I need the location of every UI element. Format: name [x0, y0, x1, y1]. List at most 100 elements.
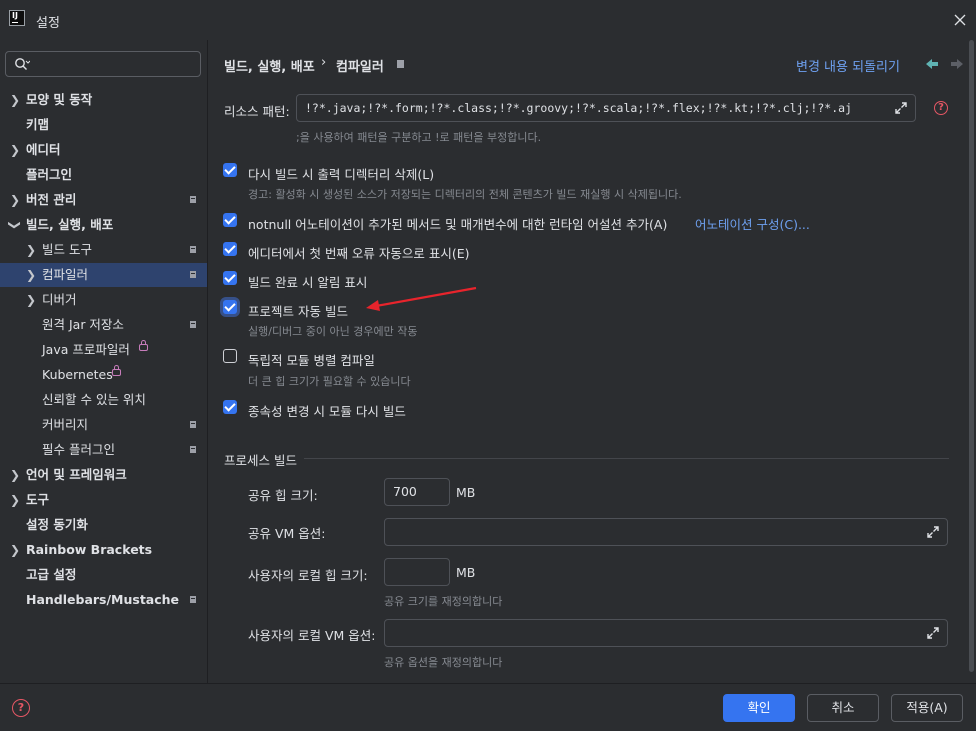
sidebar-item-kubernetes[interactable]: Kubernetes [0, 363, 207, 387]
sidebar-item-label: 커버리지 [42, 417, 89, 432]
help-icon[interactable]: ? [12, 699, 30, 717]
parallel-compile-hint: 더 큰 힙 크기가 필요할 수 있습니다 [248, 375, 411, 388]
configure-annotations-link[interactable]: 어노테이션 구성(C)... [695, 214, 810, 233]
settings-content: 빌드, 실행, 배포 › 컴파일러 변경 내용 되돌리기 리소스 패턴: !?*… [208, 40, 976, 683]
back-arrow-icon[interactable] [925, 58, 939, 70]
rebuild-on-dependency-checkbox[interactable] [223, 400, 237, 414]
intellij-app-icon: IJ [9, 10, 25, 26]
sidebar-item-settings-sync[interactable]: 설정 동기화 [0, 513, 207, 537]
user-heap-hint: 공유 크기를 재정의합니다 [384, 595, 503, 608]
sidebar-item-java-profiler[interactable]: Java 프로파일러 [0, 338, 207, 362]
sidebar-item-label: 원격 Jar 저장소 [42, 317, 124, 332]
lock-icon [112, 365, 121, 376]
build-process-section-title: 프로세스 빌드 [224, 453, 297, 468]
auto-build-hint: 실행/디버그 중이 아닌 경우에만 작동 [248, 325, 418, 338]
breadcrumb-separator-icon: › [321, 55, 327, 70]
chevron-right-icon: ❯ [25, 243, 37, 257]
dialog-footer: ? 확인 취소 적용(A) [0, 683, 976, 731]
parallel-compile-checkbox[interactable] [223, 349, 237, 363]
title-bar: IJ 설정 [0, 0, 976, 40]
revert-changes-link[interactable]: 변경 내용 되돌리기 [796, 56, 900, 75]
resource-patterns-label: 리소스 패턴: [224, 104, 290, 119]
close-icon[interactable] [952, 12, 968, 28]
auto-build-label[interactable]: 프로젝트 자동 빌드 [248, 301, 348, 320]
chevron-right-icon: ❯ [25, 293, 37, 307]
search-input[interactable] [5, 51, 201, 77]
sidebar-item-remote-jar[interactable]: 원격 Jar 저장소 [0, 313, 207, 337]
shared-heap-input[interactable]: 700 [384, 478, 450, 506]
show-first-error-label[interactable]: 에디터에서 첫 번째 오류 자동으로 표시(E) [248, 243, 470, 262]
sidebar-item-build-tools[interactable]: ❯ 빌드 도구 [0, 238, 207, 262]
sidebar-item-label: 필수 플러그인 [42, 442, 115, 457]
help-icon[interactable]: ? [934, 101, 948, 115]
sidebar-item-label: 빌드, 실행, 배포 [26, 217, 114, 232]
expand-icon[interactable] [927, 526, 939, 538]
chevron-right-icon: ❯ [25, 268, 37, 282]
red-annotation-arrow [366, 286, 477, 311]
build-notification-label[interactable]: 빌드 완료 시 알림 표시 [248, 272, 367, 291]
sidebar-item-plugins[interactable]: 플러그인 [0, 163, 207, 187]
cancel-button[interactable]: 취소 [807, 694, 879, 722]
resource-patterns-value: !?*.java;!?*.form;!?*.class;!?*.groovy;!… [305, 101, 852, 115]
expand-icon[interactable] [895, 102, 907, 114]
sidebar-item-label: Handlebars/Mustache [26, 592, 180, 607]
sidebar-item-build-execution-deployment[interactable]: ❯ 빌드, 실행, 배포 [0, 213, 207, 237]
notnull-assertions-checkbox[interactable] [223, 213, 237, 227]
sidebar-item-appearance[interactable]: ❯ 모양 및 동작 [0, 88, 207, 112]
sidebar-item-label: 빌드 도구 [42, 242, 92, 257]
resource-patterns-hint: ;을 사용하여 패턴을 구분하고 !로 패턴을 부정합니다. [296, 131, 542, 144]
sidebar-item-editor[interactable]: ❯ 에디터 [0, 138, 207, 162]
sidebar-item-label: 도구 [26, 492, 50, 507]
user-heap-label: 사용자의 로컬 힙 크기: [248, 568, 368, 583]
apply-button[interactable]: 적용(A) [891, 694, 963, 722]
sidebar-item-label: 신뢰할 수 있는 위치 [42, 392, 146, 407]
clear-output-checkbox[interactable] [223, 163, 237, 177]
sidebar-item-tools[interactable]: ❯ 도구 [0, 488, 207, 512]
notnull-assertions-label[interactable]: notnull 어노테이션이 추가된 메서드 및 매개변수에 대한 런타임 어설… [248, 214, 667, 233]
section-divider [304, 458, 949, 459]
shared-heap-label: 공유 힙 크기: [248, 488, 318, 503]
sidebar-item-languages-frameworks[interactable]: ❯ 언어 및 프레임워크 [0, 463, 207, 487]
project-scope-icon [190, 596, 196, 603]
sidebar-item-label: 고급 설정 [26, 567, 77, 582]
breadcrumb-parent[interactable]: 빌드, 실행, 배포 [224, 56, 315, 75]
sidebar-item-debugger[interactable]: ❯ 디버거 [0, 288, 207, 312]
shared-vm-options-input[interactable] [384, 518, 948, 546]
chevron-right-icon: ❯ [9, 93, 21, 107]
user-vm-options-input[interactable] [384, 619, 948, 647]
sidebar-item-coverage[interactable]: 커버리지 [0, 413, 207, 437]
forward-arrow-icon[interactable] [950, 58, 964, 70]
expand-icon[interactable] [927, 627, 939, 639]
sidebar-item-rainbow-brackets[interactable]: ❯ Rainbow Brackets [0, 538, 207, 562]
sidebar-item-label: Kubernetes [42, 367, 113, 382]
parallel-compile-label[interactable]: 독립적 모듈 병렬 컴파일 [248, 350, 375, 369]
sidebar-item-trusted-locations[interactable]: 신뢰할 수 있는 위치 [0, 388, 207, 412]
user-heap-unit: MB [456, 565, 476, 580]
build-notification-checkbox[interactable] [223, 271, 237, 285]
lock-icon [139, 340, 148, 351]
user-vm-options-hint: 공유 옵션을 재정의합니다 [384, 656, 503, 669]
sidebar-item-keymap[interactable]: 키맵 [0, 113, 207, 137]
sidebar-item-advanced-settings[interactable]: 고급 설정 [0, 563, 207, 587]
resource-patterns-field[interactable]: !?*.java;!?*.form;!?*.class;!?*.groovy;!… [296, 94, 916, 122]
clear-output-label[interactable]: 다시 빌드 시 출력 디렉터리 삭제(L) [248, 164, 434, 183]
sidebar-item-label: 모양 및 동작 [26, 92, 93, 107]
sidebar-item-required-plugins[interactable]: 필수 플러그인 [0, 438, 207, 462]
sidebar-item-label: 플러그인 [26, 167, 73, 182]
rebuild-on-dependency-label[interactable]: 종속성 변경 시 모듈 다시 빌드 [248, 401, 406, 420]
vertical-scrollbar[interactable] [969, 40, 974, 672]
sidebar-item-label: 설정 동기화 [26, 517, 88, 532]
sidebar-item-label: 언어 및 프레임워크 [26, 467, 127, 482]
project-scope-icon [190, 196, 196, 203]
user-heap-input[interactable] [384, 558, 450, 586]
auto-build-checkbox[interactable] [223, 300, 237, 314]
shared-heap-unit: MB [456, 485, 476, 500]
sidebar-item-label: 키맵 [26, 117, 50, 132]
sidebar-item-handlebars[interactable]: Handlebars/Mustache [0, 588, 207, 612]
sidebar-item-label: Rainbow Brackets [26, 542, 153, 557]
sidebar-item-version-control[interactable]: ❯ 버전 관리 [0, 188, 207, 212]
sidebar-item-label: 에디터 [26, 142, 61, 157]
show-first-error-checkbox[interactable] [223, 242, 237, 256]
sidebar-item-compiler[interactable]: ❯ 컴파일러 [0, 263, 207, 287]
ok-button[interactable]: 확인 [723, 694, 795, 722]
